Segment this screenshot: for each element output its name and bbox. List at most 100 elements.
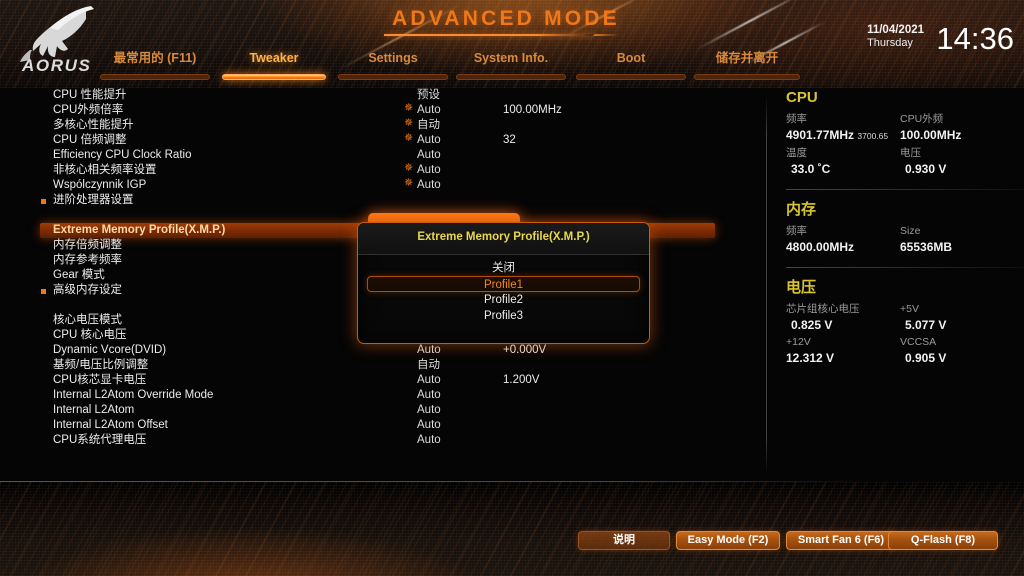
voltage-info-section: 电压 芯片组核心电压 +5V 0.825 V 5.077 V +12V VCCS… — [786, 278, 1024, 367]
settings-row[interactable]: 非核心相关频率设置 ✵ Auto — [0, 163, 766, 178]
app-header: AORUS ADVANCED MODE 11/04/2021 Thursday … — [0, 0, 1024, 88]
settings-row-value: Auto — [417, 104, 441, 116]
dialog-option-2[interactable]: Profile2 — [367, 292, 640, 308]
footer-button-3[interactable]: Q-Flash (F8) — [888, 531, 998, 550]
settings-row[interactable]: Efficiency CPU Clock Ratio Auto — [0, 148, 766, 163]
settings-row-label: 进阶处理器设置 — [53, 194, 134, 206]
cpu-freq-sub: 3700.65 — [857, 131, 889, 141]
settings-row-value: Auto — [417, 134, 441, 146]
footer-button-2[interactable]: Smart Fan 6 (F6) — [786, 531, 896, 550]
nav-tab-indicator — [100, 74, 210, 80]
system-date: 11/04/2021 Thursday — [867, 24, 924, 50]
p5v-value: 5.077 V — [905, 318, 947, 332]
settings-row-value2: +0.000V — [503, 344, 547, 356]
dialog-option-1[interactable]: Profile1 — [367, 276, 640, 292]
memory-size-value: 65536MB — [900, 240, 953, 254]
page-title: ADVANCED MODE — [392, 7, 620, 30]
nav-tab-indicator — [456, 74, 566, 80]
nav-tab-indicator — [694, 74, 800, 80]
weekday-value: Thursday — [867, 37, 913, 49]
voltage-section-title: 电压 — [786, 279, 817, 296]
settings-row-label: Extreme Memory Profile(X.M.P.) — [53, 224, 226, 236]
cpu-temp-value: 33.0 ˚C — [791, 162, 831, 176]
dialog-option-0[interactable]: 关闭 — [367, 260, 640, 276]
settings-row-label: 内存倍频调整 — [53, 239, 122, 251]
footer-button-1[interactable]: Easy Mode (F2) — [676, 531, 780, 550]
settings-row[interactable]: CPU核芯显卡电压 Auto 1.200V — [0, 373, 766, 388]
dialog-header: Extreme Memory Profile(X.M.P.) — [358, 223, 649, 255]
settings-row[interactable]: Internal L2Atom Auto — [0, 403, 766, 418]
memory-freq-value: 4800.00MHz — [786, 240, 855, 254]
memory-freq-label: 频率 — [786, 225, 807, 237]
nav-tab-2[interactable]: Settings — [338, 50, 448, 80]
nav-tab-indicator — [338, 74, 448, 80]
settings-row[interactable]: Internal L2Atom Offset Auto — [0, 418, 766, 433]
settings-row-value: Auto — [417, 374, 441, 386]
nav-tab-0[interactable]: 最常用的 (F11) — [100, 50, 210, 80]
settings-row-label: 基频/电压比例调整 — [53, 359, 149, 371]
settings-row-label: CPU外频倍率 — [53, 104, 124, 116]
settings-row-label: Efficiency CPU Clock Ratio — [53, 149, 192, 161]
settings-row-label: CPU 性能提升 — [53, 89, 127, 101]
p5v-label: +5V — [900, 303, 919, 315]
cpu-temp-label: 温度 — [786, 147, 807, 159]
settings-row[interactable]: 基频/电压比例调整 自动 — [0, 358, 766, 373]
favorite-star-icon: ✵ — [404, 162, 414, 174]
settings-row-label: Internal L2Atom — [53, 404, 135, 416]
cpu-freq-main: 4901.77MHz — [786, 128, 855, 142]
settings-row-label: 多核心性能提升 — [53, 119, 134, 131]
nav-tab-indicator — [222, 74, 326, 80]
settings-row-value: Auto — [417, 434, 441, 446]
settings-row-label: 核心电压模式 — [53, 314, 122, 326]
memory-size-label: Size — [900, 225, 921, 237]
settings-row-value2: 1.200V — [503, 374, 540, 386]
settings-row-value: Auto — [417, 419, 441, 431]
nav-tab-label: 最常用的 (F11) — [113, 51, 197, 65]
settings-row-label: 内存参考频率 — [53, 254, 122, 266]
settings-row[interactable]: Wspólczynnik IGP ✵ Auto — [0, 178, 766, 193]
settings-row-label: Dynamic Vcore(DVID) — [53, 344, 167, 356]
settings-row-label: Gear 模式 — [53, 269, 105, 281]
nav-tab-3[interactable]: System Info. — [456, 50, 566, 80]
settings-row-label: CPU核芯显卡电压 — [53, 374, 147, 386]
footer-button-0[interactable]: 说明 — [578, 531, 670, 550]
submenu-marker-icon — [41, 199, 46, 204]
cpu-section-title: CPU — [786, 89, 818, 106]
favorite-star-icon: ✵ — [404, 102, 414, 114]
cpu-freq-label: 频率 — [786, 113, 807, 125]
settings-row-value: Auto — [417, 344, 441, 356]
settings-row[interactable]: 进阶处理器设置 — [0, 193, 766, 208]
submenu-marker-icon — [41, 289, 46, 294]
nav-tab-1[interactable]: Tweaker — [222, 50, 326, 80]
settings-row-value2: 100.00MHz — [503, 104, 562, 116]
footer-bar: 说明 Easy Mode (F2) Smart Fan 6 (F6) Q-Flash … — [0, 482, 1024, 576]
settings-row[interactable]: CPU系统代理电压 Auto — [0, 433, 766, 448]
settings-row[interactable]: Internal L2Atom Override Mode Auto — [0, 388, 766, 403]
settings-row[interactable]: CPU外频倍率 ✵ Auto 100.00MHz — [0, 103, 766, 118]
nav-tab-indicator — [576, 74, 686, 80]
nav-tab-4[interactable]: Boot — [576, 50, 686, 80]
settings-row-value: Auto — [417, 179, 441, 191]
settings-row-value: Auto — [417, 164, 441, 176]
settings-row[interactable]: CPU 性能提升 预设 — [0, 88, 766, 103]
settings-row-value2: 32 — [503, 134, 516, 146]
nav-tab-label: Tweaker — [249, 51, 299, 65]
cpu-info-section: CPU 频率 CPU外频 4901.77MHz 3700.65 100.00MH… — [786, 88, 1024, 178]
settings-row[interactable]: Dynamic Vcore(DVID) Auto +0.000V — [0, 343, 766, 358]
nav-tab-5[interactable]: 储存并离开 — [694, 50, 800, 80]
chipset-voltage-value: 0.825 V — [791, 318, 833, 332]
p12v-label: +12V — [786, 336, 811, 348]
settings-row[interactable]: 多核心性能提升 ✵ 自动 — [0, 118, 766, 133]
nav-tab-label: System Info. — [473, 51, 549, 65]
date-value: 11/04/2021 — [867, 24, 924, 36]
xmp-dialog: Extreme Memory Profile(X.M.P.) 关闭 Profile… — [357, 222, 650, 344]
title-underline — [384, 34, 594, 36]
dialog-option-3[interactable]: Profile3 — [367, 308, 640, 324]
system-info-panel: CPU 频率 CPU外频 4901.77MHz 3700.65 100.00MH… — [786, 88, 1024, 367]
vccsa-value: 0.905 V — [905, 351, 947, 365]
settings-row-label: Wspólczynnik IGP — [53, 179, 147, 191]
cpu-freq-value: 4901.77MHz 3700.65 — [786, 127, 900, 145]
nav-tab-label: Settings — [368, 51, 418, 65]
settings-row[interactable]: CPU 倍频调整 ✵ Auto 32 — [0, 133, 766, 148]
nav-tab-label: Boot — [616, 51, 646, 65]
